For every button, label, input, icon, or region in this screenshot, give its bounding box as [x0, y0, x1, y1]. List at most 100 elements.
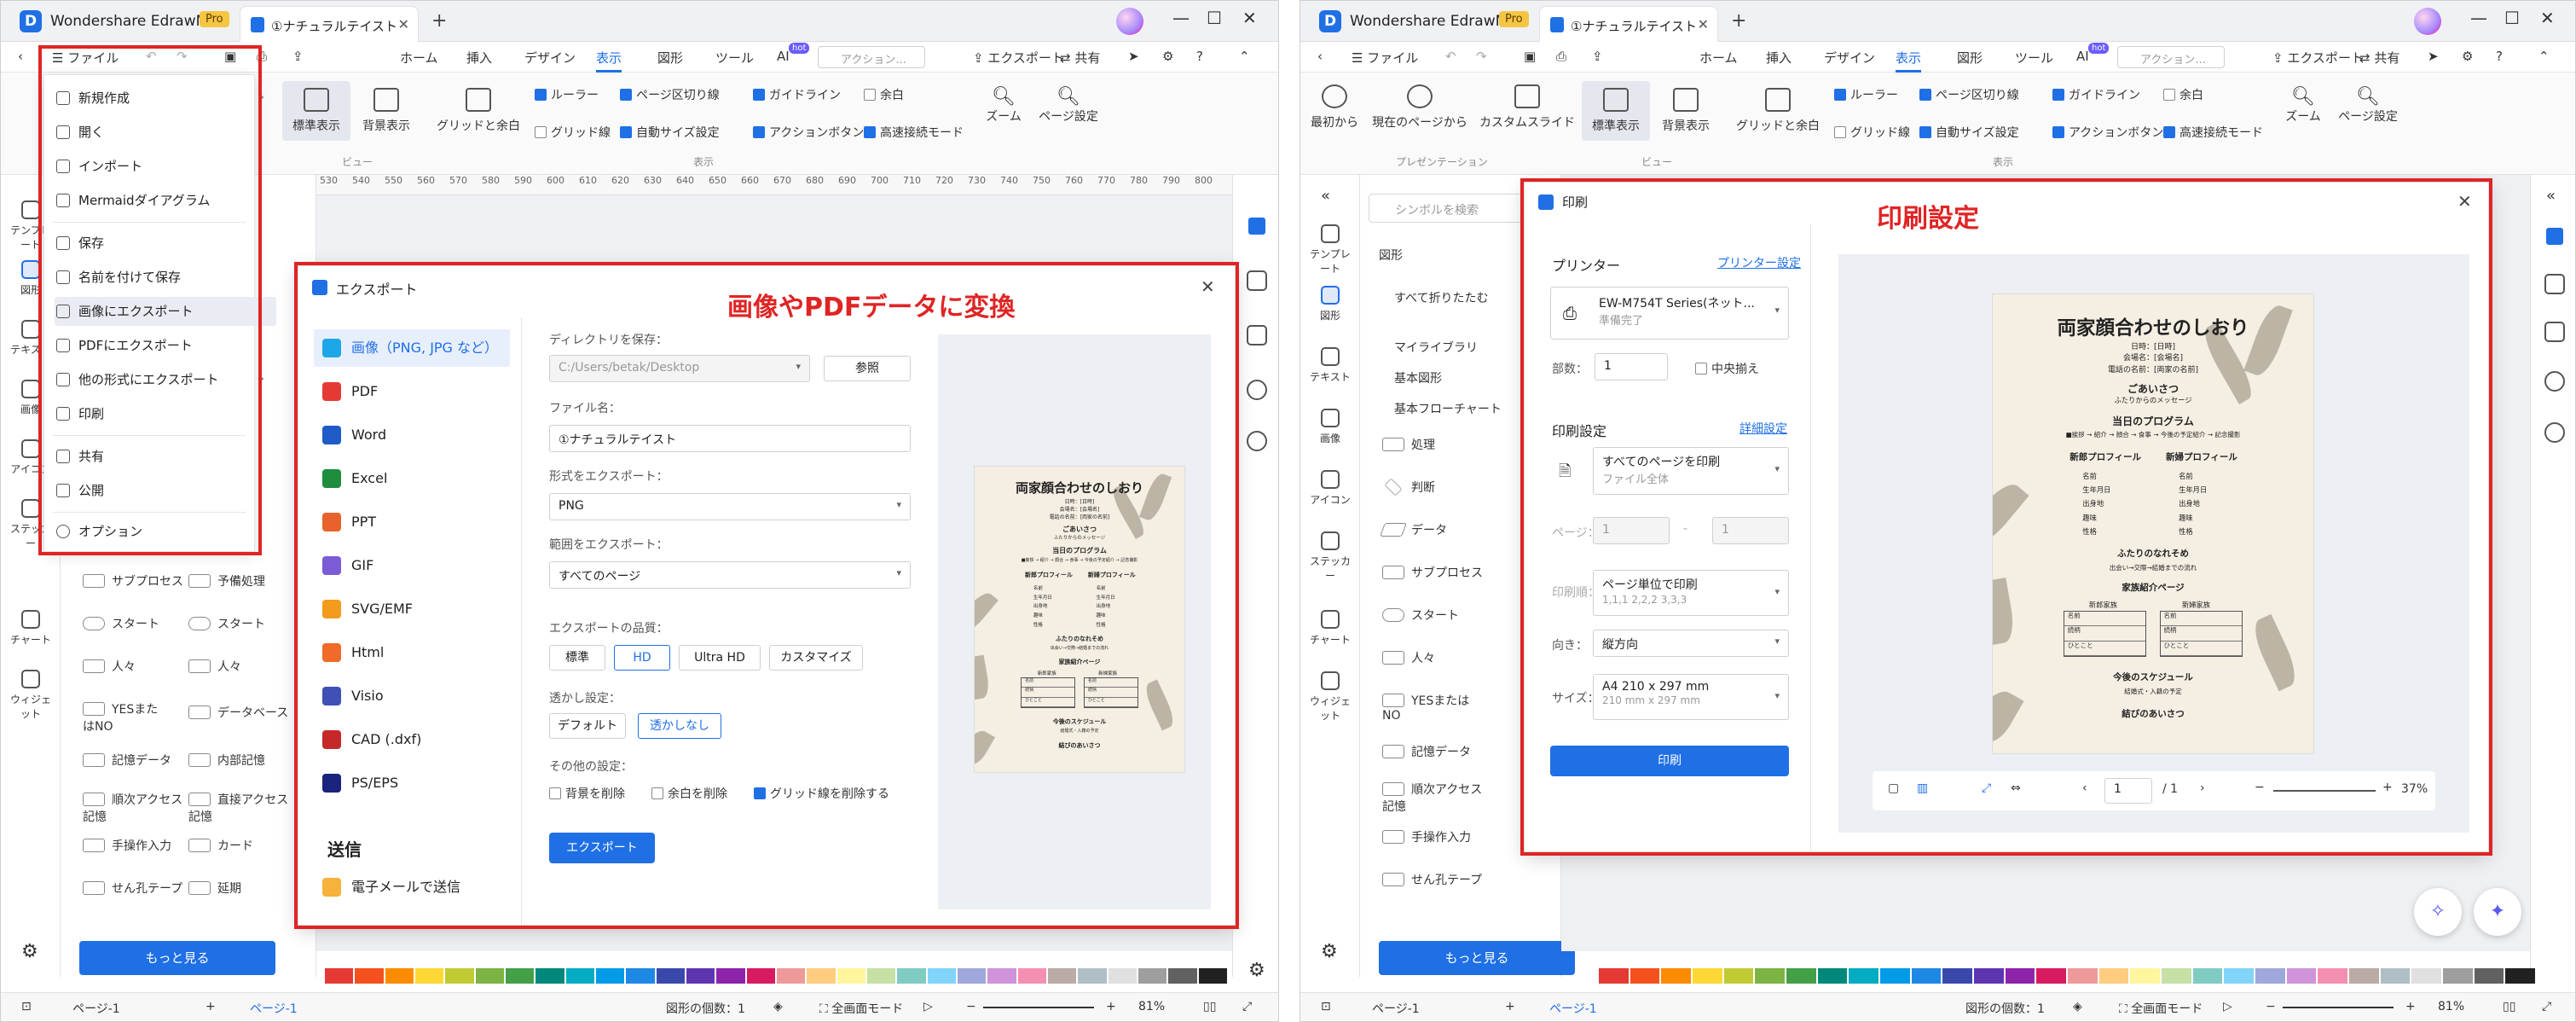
grid-line-checkbox[interactable]: グリッド線 — [1834, 124, 1910, 141]
grid-line-checkbox[interactable]: グリッド線 — [535, 124, 611, 141]
page-tab[interactable]: ページ-1 — [250, 1000, 298, 1017]
share-menu[interactable]: ⇄ 共有 — [1060, 49, 1100, 67]
guide-checkbox[interactable]: ガイドライン — [2052, 86, 2140, 103]
more-shapes-button[interactable]: もっと見る — [79, 941, 275, 975]
menu-shape[interactable]: 図形 — [1957, 49, 1983, 67]
action-button-checkbox[interactable]: アクションボタン — [753, 124, 864, 141]
menu-insert[interactable]: 挿入 — [466, 49, 492, 67]
zoom-in-icon[interactable]: + — [1106, 1000, 1116, 1013]
zoom-level[interactable]: 81% — [2438, 1000, 2464, 1013]
new-tab-icon[interactable]: + — [1731, 10, 1746, 32]
ruler-checkbox[interactable]: ルーラー — [1834, 86, 1898, 103]
sidebar-item-text[interactable]: テキスト — [1305, 347, 1355, 384]
shape-item[interactable]: 人々 — [1382, 649, 1435, 666]
book-icon[interactable]: ▯▯ — [1203, 1000, 1216, 1013]
sidebar-item-image[interactable]: 画像 — [1305, 409, 1355, 445]
color-swatch[interactable] — [2005, 968, 2035, 984]
shape-item[interactable]: データ — [1380, 521, 1447, 538]
zoom-slider[interactable] — [983, 1007, 1094, 1008]
color-palette[interactable] — [325, 968, 1229, 987]
shape-item[interactable]: 順次アクセス記憶 — [83, 791, 185, 825]
color-swatch[interactable] — [686, 968, 715, 984]
shape-item[interactable]: せん孔テープ — [1382, 871, 1482, 888]
color-swatch[interactable] — [1786, 968, 1816, 984]
menu-view[interactable]: 表示 — [1896, 49, 1922, 73]
sidebar-item-chart[interactable]: チャート — [6, 610, 55, 647]
page-selector[interactable]: ページ-1 — [1372, 1000, 1420, 1017]
color-swatch[interactable] — [2098, 968, 2129, 984]
settings-gear-icon[interactable]: ⚙ — [1248, 960, 1265, 981]
shape-item[interactable]: 内部記憶 — [188, 752, 265, 769]
shape-item[interactable]: YESまたはNO — [83, 700, 168, 735]
shape-item[interactable]: スタート — [188, 615, 265, 632]
zoom-in-icon[interactable]: + — [2405, 1000, 2416, 1013]
collapse-ribbon-icon[interactable]: ⌃ — [2538, 49, 2550, 64]
guide-checkbox[interactable]: ガイドライン — [753, 86, 841, 103]
shape-item[interactable]: 人々 — [188, 658, 241, 675]
settings-gear-icon[interactable]: ⚙ — [1321, 941, 1338, 962]
color-swatch[interactable] — [1078, 968, 1107, 984]
shape-item[interactable]: 延期 — [188, 880, 241, 897]
page-icon[interactable] — [2544, 274, 2565, 294]
history-icon[interactable] — [2544, 371, 2565, 392]
fit-icon[interactable]: ⤢ — [2542, 1000, 2551, 1013]
auto-size-checkbox[interactable]: 自動サイズ設定 — [620, 124, 720, 141]
page-selector[interactable]: ページ-1 — [72, 1000, 120, 1017]
book-icon[interactable]: ▯▯ — [2503, 1000, 2515, 1013]
color-swatch[interactable] — [1108, 968, 1137, 984]
from-first-button[interactable]: 最初から — [1307, 84, 1362, 131]
color-palette[interactable] — [1599, 968, 2537, 987]
page-tab[interactable]: ページ-1 — [1549, 1000, 1597, 1017]
minimize-icon[interactable]: — — [2470, 8, 2487, 28]
menu-insert[interactable]: 挿入 — [1766, 49, 1792, 67]
sidebar-item-shape[interactable]: 図形 — [1305, 286, 1355, 322]
color-swatch[interactable] — [1661, 968, 1692, 984]
avatar[interactable] — [1116, 8, 1143, 35]
back-icon[interactable]: ‹ — [18, 49, 23, 64]
color-swatch[interactable] — [385, 968, 414, 984]
color-swatch[interactable] — [595, 968, 625, 984]
color-swatch[interactable] — [355, 968, 384, 984]
sidebar-item-icon[interactable]: アイコン — [1305, 470, 1355, 507]
presentation-icon[interactable] — [1247, 325, 1267, 346]
menu-view[interactable]: 表示 — [596, 49, 622, 73]
color-swatch[interactable] — [1880, 968, 1910, 984]
history-icon[interactable] — [1247, 380, 1267, 400]
color-swatch[interactable] — [2192, 968, 2223, 984]
page-icon[interactable] — [1247, 270, 1267, 291]
color-swatch[interactable] — [1198, 968, 1227, 984]
menu-tools[interactable]: ツール — [715, 49, 754, 67]
color-swatch[interactable] — [2474, 968, 2504, 984]
ai-assist-icon[interactable]: ✧ — [2414, 888, 2462, 936]
action-button-checkbox[interactable]: アクションボタン — [2052, 124, 2163, 141]
export-quick-icon[interactable]: ⇪ — [1592, 49, 1603, 64]
grid-margin-button[interactable]: グリッドと余白 — [434, 81, 523, 141]
document-tab[interactable]: ①ナチュラルテイスト ✕ — [1539, 6, 1718, 42]
page-break-checkbox[interactable]: ページ区切り線 — [1919, 86, 2019, 103]
minimize-icon[interactable]: — — [1172, 8, 1190, 28]
menu-tools[interactable]: ツール — [2015, 49, 2053, 67]
play-icon[interactable]: ▷ — [2223, 1000, 2232, 1013]
send-icon[interactable]: ➤ — [1128, 49, 1139, 64]
margin-checkbox[interactable]: 余白 — [2163, 86, 2203, 103]
export-menu[interactable]: ⇪ エクスポート — [973, 49, 1064, 67]
color-swatch[interactable] — [475, 968, 504, 984]
color-swatch[interactable] — [1137, 968, 1167, 984]
settings-icon[interactable]: ⚙ — [1162, 49, 1173, 64]
color-swatch[interactable] — [2224, 968, 2255, 984]
color-swatch[interactable] — [987, 968, 1016, 984]
color-swatch[interactable] — [2411, 968, 2442, 984]
shape-item[interactable]: 直接アクセス記憶 — [188, 791, 299, 825]
shape-item[interactable]: サブプロセス — [83, 572, 183, 589]
my-library[interactable]: マイライブラリ — [1394, 339, 1478, 356]
new-tab-icon[interactable]: + — [431, 10, 447, 32]
fill-icon[interactable] — [1247, 216, 1267, 236]
sidebar-item-widget[interactable]: ウィジェット — [6, 670, 55, 721]
color-swatch[interactable] — [716, 968, 745, 984]
color-swatch[interactable] — [1047, 968, 1077, 984]
color-swatch[interactable] — [535, 968, 564, 984]
help-circle-icon[interactable] — [2544, 422, 2565, 443]
more-shapes-button[interactable]: もっと見る — [1379, 941, 1575, 975]
close-tab-icon[interactable]: ✕ — [398, 16, 409, 32]
close-window-icon[interactable]: ✕ — [2540, 8, 2555, 28]
